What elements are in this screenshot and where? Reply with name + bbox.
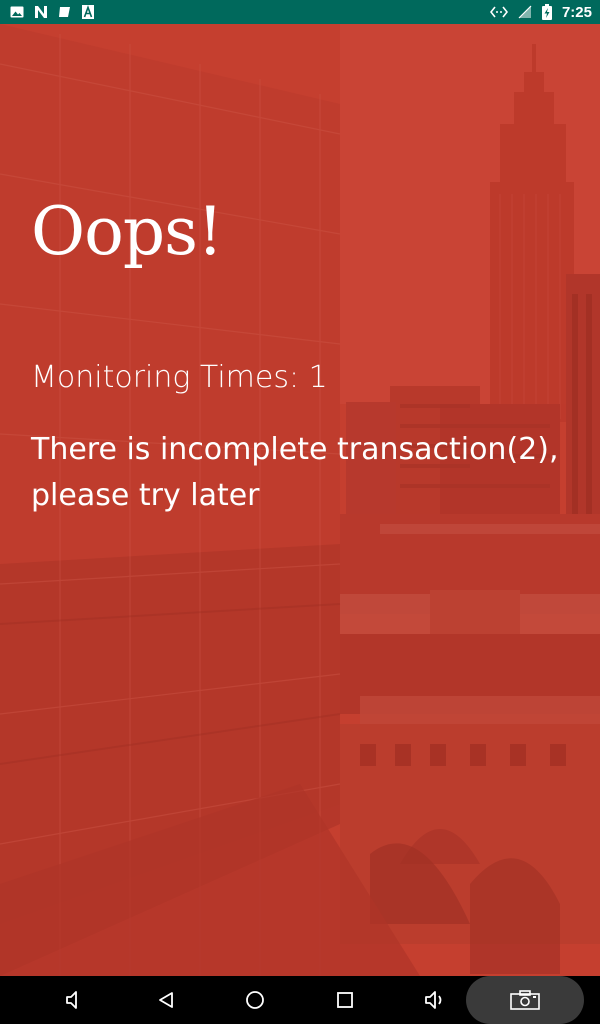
status-time: 7:25 — [561, 3, 592, 21]
status-bar: 7:25 — [0, 0, 600, 24]
monitoring-times-text: Monitoring Times: 1 — [31, 360, 328, 395]
volume-up-icon[interactable] — [411, 976, 459, 1024]
notes-icon — [58, 0, 72, 24]
system-icons: 7:25 — [489, 0, 592, 24]
device-screen: 7:25 Oops! Monitoring Times: 1 There is … — [0, 0, 600, 1024]
screenshot-icon[interactable] — [466, 976, 584, 1024]
navigation-bar — [0, 976, 600, 1024]
image-icon — [10, 0, 24, 24]
n-app-icon — [34, 0, 48, 24]
font-icon — [82, 0, 94, 24]
volume-down-icon[interactable] — [50, 976, 98, 1024]
back-icon[interactable] — [142, 976, 190, 1024]
battery-charging-icon — [541, 0, 552, 24]
signal-icon — [518, 0, 532, 24]
error-message: There is incomplete transaction(2), plea… — [31, 432, 559, 513]
recents-icon[interactable] — [321, 976, 369, 1024]
data-transfer-icon — [489, 0, 508, 24]
notification-icons — [10, 0, 94, 24]
error-title: Oops! — [31, 193, 223, 270]
home-icon[interactable] — [231, 976, 279, 1024]
